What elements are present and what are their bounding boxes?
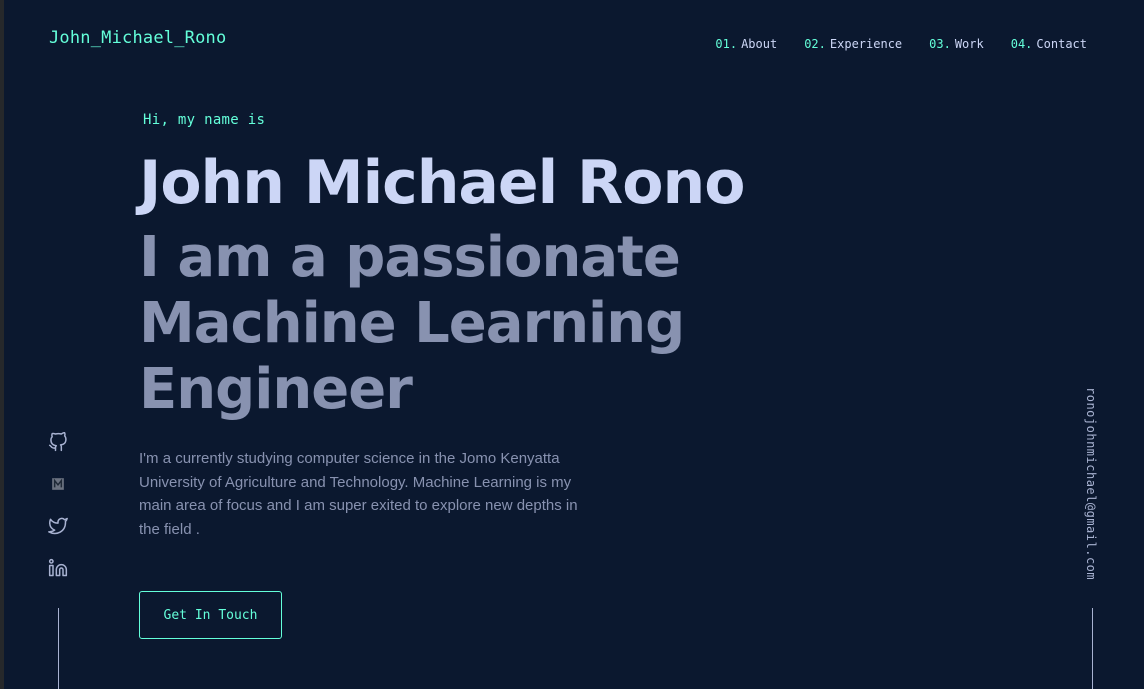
nav-item-contact[interactable]: 04. Contact [1011, 37, 1087, 51]
nav-item-work[interactable]: 03. Work [929, 37, 984, 51]
github-link[interactable] [48, 431, 68, 454]
nav-item-about[interactable]: 01. About [715, 37, 777, 51]
top-nav: 01. About 02. Experience 03. Work 04. Co… [715, 37, 1087, 51]
medium-icon [52, 478, 64, 490]
linkedin-link[interactable] [48, 558, 68, 580]
nav-item-number: 03. [929, 37, 951, 51]
hero-bio: I'm a currently studying computer scienc… [139, 450, 578, 538]
nav-item-label: Experience [829, 37, 903, 51]
nav-item-number: 01. [715, 37, 738, 51]
get-in-touch-button[interactable]: Get In Touch [139, 591, 282, 639]
twitter-icon [48, 517, 68, 535]
nav-item-experience[interactable]: 02. Experience [804, 37, 902, 51]
nav-item-label: Contact [1036, 37, 1087, 51]
social-divider-line [58, 608, 59, 689]
hero-name: John Michael Rono [139, 148, 745, 218]
nav-item-label: About [741, 37, 778, 51]
nav-item-label: Work [954, 37, 984, 51]
linkedin-icon [48, 558, 68, 577]
email-link[interactable]: ronojohnmichael@gmail.com [1084, 387, 1098, 580]
email-divider-line [1092, 608, 1093, 689]
hero-intro: Hi, my name is [143, 112, 266, 128]
hero-section: Hi, my name is John Michael Rono I am a … [139, 112, 939, 639]
twitter-link[interactable] [48, 516, 68, 538]
social-links [48, 431, 68, 580]
medium-link[interactable] [48, 474, 68, 496]
nav-item-number: 02. [804, 37, 826, 51]
github-icon [48, 431, 67, 452]
site-logo[interactable]: John_Michael_Rono [49, 28, 226, 48]
hero-tagline: I am a passionate Machine Learning Engin… [139, 225, 685, 422]
window-edge [0, 0, 4, 689]
nav-item-number: 04. [1010, 37, 1033, 51]
